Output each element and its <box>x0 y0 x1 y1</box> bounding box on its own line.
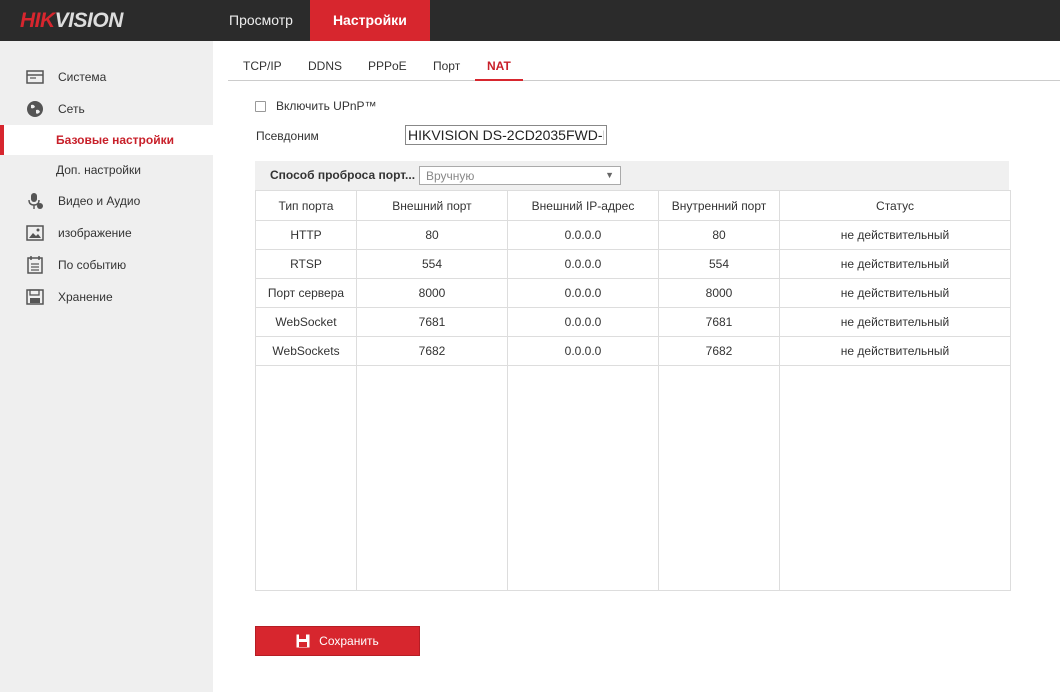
table-cell: 0.0.0.0 <box>507 278 659 308</box>
table-cell: не действительный <box>779 278 1011 308</box>
sidebar-item-video-audio[interactable]: Видео и Аудио <box>0 186 213 216</box>
upnp-row: Включить UPnP™ <box>255 99 377 113</box>
logo-part-vision: VISION <box>54 9 124 32</box>
table-cell: 80 <box>356 220 508 250</box>
video-audio-icon <box>28 193 43 209</box>
table-row[interactable]: WebSockets 7682 0.0.0.0 7682 не действит… <box>255 336 1011 366</box>
chevron-down-icon: ▼ <box>605 170 614 180</box>
sidebar-item-storage[interactable]: Хранение <box>0 282 213 312</box>
table-cell: 80 <box>658 220 780 250</box>
network-globe-icon <box>27 101 43 117</box>
port-mapping-value: Вручную <box>426 169 475 183</box>
port-mapping-bar: Способ проброса порт... Вручную ▼ <box>255 161 1009 190</box>
sidebar-item-label: Доп. настройки <box>56 163 141 177</box>
sidebar: Система Сеть Базовые настройки Доп. наст… <box>0 41 213 692</box>
tab-tcpip[interactable]: TCP/IP <box>243 52 282 81</box>
hikvision-logo: HIKVISION <box>20 9 123 33</box>
table-cell: 0.0.0.0 <box>507 307 659 337</box>
column-header: Статус <box>779 190 1011 221</box>
table-cell: 8000 <box>658 278 780 308</box>
top-nav-settings[interactable]: Настройки <box>309 0 430 41</box>
table-row[interactable]: Порт сервера 8000 0.0.0.0 8000 не действ… <box>255 278 1011 308</box>
save-button[interactable]: Сохранить <box>255 626 420 656</box>
tab-pppoe[interactable]: PPPoE <box>368 52 407 81</box>
storage-icon <box>26 289 44 305</box>
top-nav-preview[interactable]: Просмотр <box>212 0 310 41</box>
table-cell: не действительный <box>779 336 1011 366</box>
image-icon <box>26 225 44 241</box>
alias-input[interactable] <box>405 125 607 145</box>
port-mapping-select[interactable]: Вручную ▼ <box>419 166 621 185</box>
save-button-label: Сохранить <box>319 634 379 648</box>
table-cell: 7682 <box>658 336 780 366</box>
top-bar: HIKVISION Просмотр Настройки <box>0 0 1060 41</box>
table-cell: 554 <box>356 249 508 279</box>
sidebar-item-image[interactable]: изображение <box>0 218 213 248</box>
table-empty-row <box>255 365 1011 591</box>
table-cell: 554 <box>658 249 780 279</box>
sidebar-item-network[interactable]: Сеть <box>0 94 213 124</box>
table-row[interactable]: HTTP 80 0.0.0.0 80 не действительный <box>255 220 1011 250</box>
sidebar-item-label: Система <box>58 70 107 84</box>
table-cell: Порт сервера <box>255 278 357 308</box>
table-cell: WebSocket <box>255 307 357 337</box>
column-header: Внутренний порт <box>658 190 780 221</box>
table-cell: 0.0.0.0 <box>507 220 659 250</box>
table-cell: не действительный <box>779 307 1011 337</box>
sidebar-item-event[interactable]: По событию <box>0 250 213 280</box>
table-cell: не действительный <box>779 249 1011 279</box>
system-icon <box>26 70 44 84</box>
table-row[interactable]: RTSP 554 0.0.0.0 554 не действительный <box>255 249 1011 279</box>
sidebar-item-advanced-settings[interactable]: Доп. настройки <box>0 155 213 185</box>
table-cell: WebSockets <box>255 336 357 366</box>
table-cell: 0.0.0.0 <box>507 336 659 366</box>
table-cell: 7681 <box>356 307 508 337</box>
column-header: Внешний порт <box>356 190 508 221</box>
port-mapping-table: Тип порта Внешний порт Внешний IP-адрес … <box>255 190 1011 591</box>
sidebar-item-label: Видео и Аудио <box>58 194 141 208</box>
settings-tabs: TCP/IP DDNS PPPoE Порт NAT <box>228 52 1060 81</box>
table-cell: 7681 <box>658 307 780 337</box>
sidebar-item-label: Базовые настройки <box>56 133 174 147</box>
table-cell: HTTP <box>255 220 357 250</box>
upnp-checkbox[interactable] <box>255 100 266 112</box>
tab-nat[interactable]: NAT <box>475 52 523 81</box>
upnp-label: Включить UPnP™ <box>276 99 377 113</box>
sidebar-item-label: изображение <box>58 226 132 240</box>
table-cell: 0.0.0.0 <box>507 249 659 279</box>
column-header: Внешний IP-адрес <box>507 190 659 221</box>
alias-label: Псевдоним <box>256 129 319 143</box>
column-header: Тип порта <box>255 190 357 221</box>
sidebar-item-system[interactable]: Система <box>0 62 213 92</box>
sidebar-item-basic-settings[interactable]: Базовые настройки <box>0 125 213 155</box>
sidebar-item-label: По событию <box>58 258 127 272</box>
sidebar-item-label: Хранение <box>58 290 113 304</box>
logo-part-hik: HIK <box>20 9 55 32</box>
table-row[interactable]: WebSocket 7681 0.0.0.0 7681 не действите… <box>255 307 1011 337</box>
sidebar-item-label: Сеть <box>58 102 85 116</box>
table-cell: 8000 <box>356 278 508 308</box>
table-header-row: Тип порта Внешний порт Внешний IP-адрес … <box>255 190 1011 221</box>
tab-port[interactable]: Порт <box>433 52 460 81</box>
event-icon <box>27 256 43 274</box>
table-cell: RTSP <box>255 249 357 279</box>
port-mapping-label: Способ проброса порт... <box>270 168 416 182</box>
tab-ddns[interactable]: DDNS <box>308 52 342 81</box>
table-cell: не действительный <box>779 220 1011 250</box>
top-nav: Просмотр Настройки <box>212 0 430 41</box>
save-icon <box>296 634 310 648</box>
table-cell: 7682 <box>356 336 508 366</box>
